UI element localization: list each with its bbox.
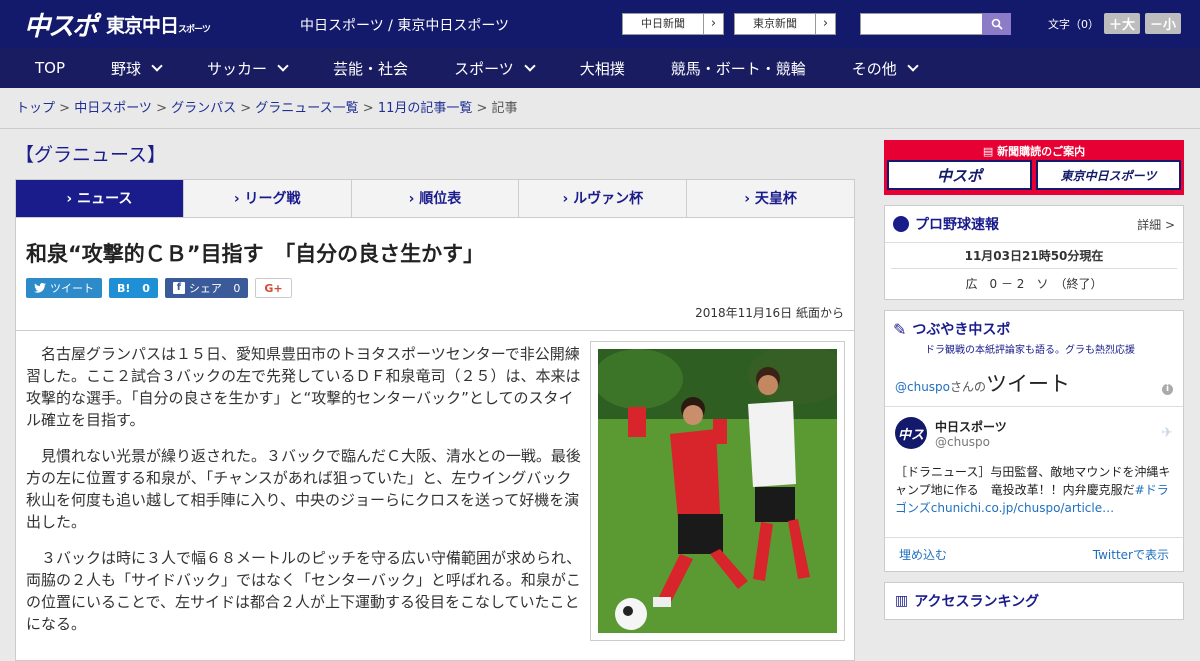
chunichi-shimbun-button[interactable]: 中日新聞 › — [622, 13, 724, 35]
breadcrumb-link[interactable]: 中日スポーツ — [74, 101, 152, 116]
google-plus-button[interactable]: G+ — [255, 278, 292, 298]
font-smaller-button[interactable]: －小 — [1145, 13, 1182, 34]
tokyo-shimbun-button[interactable]: 東京新聞 › — [734, 13, 836, 35]
view-on-twitter-link[interactable]: Twitterで表示 — [1093, 546, 1169, 563]
hatena-bookmark-button[interactable]: B! 0 — [109, 278, 158, 298]
subscription-banner[interactable]: ▤ 新聞購読のご案内 中スポ 東京中日スポーツ — [884, 140, 1184, 195]
newspaper-icon: ▤ — [982, 145, 994, 158]
baseball-more-link[interactable]: 詳細 > — [1137, 216, 1175, 233]
chevron-down-icon — [151, 60, 163, 72]
tubuyaki-subtitle: ドラ観戦の本紙評論家も語る。グラも熱烈応援 — [925, 345, 1135, 356]
article-paragraph: ３バックは時に３人で幅６８メートルのピッチを守る広い守備範囲が求められ、両脇の２… — [26, 549, 582, 633]
tab-levain-cup[interactable]: › ルヴァン杯 — [519, 180, 688, 217]
article-header: 和泉“攻撃的ＣＢ”目指す 「自分の良さ生かす」 ツイート B! 0 f シェア … — [15, 218, 855, 331]
article-text: 名古屋グランパスは１５日、愛知県豊田市のトヨタスポーツセンターで非公開練習した。… — [26, 343, 586, 649]
breadcrumb-link[interactable]: グラニュース一覧 — [255, 101, 358, 116]
font-size-control: 文字（0） ＋大 －小 — [1048, 13, 1182, 34]
font-larger-button[interactable]: ＋大 — [1104, 13, 1141, 34]
main-nav: TOP 野球 サッカー 芸能・社会 スポーツ 大相撲 競馬・ボート・競輪 その他 — [0, 48, 1200, 88]
subscribe-chuspo[interactable]: 中スポ — [887, 160, 1032, 190]
facebook-icon: f — [172, 282, 185, 294]
share-buttons: ツイート B! 0 f シェア 0 G+ — [26, 278, 844, 298]
search-input[interactable] — [860, 13, 982, 35]
search-box — [860, 13, 1011, 35]
twitter-bird-icon: ✈ — [1161, 425, 1173, 441]
twitter-icon — [34, 283, 46, 293]
nav-item-baseball[interactable]: 野球 — [111, 58, 163, 79]
article-headline: 和泉“攻撃的ＣＢ”目指す 「自分の良さ生かす」 — [26, 242, 485, 266]
tubuyaki-title: つぶやき中スポ — [912, 322, 1011, 338]
subscription-title: ▤ 新聞購読のご案内 — [982, 145, 1086, 158]
article-photo[interactable] — [590, 341, 845, 641]
top-header: 中スポ 東京中日スポーツ 中日スポーツ / 東京中日スポーツ 中日新聞 › 東京… — [0, 0, 1200, 48]
subscribe-tokyo-chunichi[interactable]: 東京中日スポーツ — [1036, 160, 1181, 190]
tweet-button[interactable]: ツイート — [26, 278, 102, 298]
nav-item-sports[interactable]: スポーツ — [454, 58, 536, 79]
logo-tokyo-chunichi[interactable]: 東京中日スポーツ — [106, 11, 211, 38]
twitter-timeline-header: @chuspoさんのツイート i — [885, 356, 1183, 407]
chevron-down-icon — [907, 60, 919, 72]
main-content: 【グラニュース】 › ニュース › リーグ戦 › 順位表 › ルヴァン杯 › 天… — [15, 140, 855, 661]
twitter-footer: 埋め込む Twitterで表示 — [885, 537, 1183, 571]
megaphone-icon: ✎ — [893, 319, 907, 339]
nav-item-racing[interactable]: 競馬・ボート・競輪 — [671, 58, 806, 79]
nav-item-entertainment[interactable]: 芸能・社会 — [333, 58, 408, 79]
category-tabs: › ニュース › リーグ戦 › 順位表 › ルヴァン杯 › 天皇杯 — [15, 179, 855, 218]
nav-item-other[interactable]: その他 — [852, 58, 919, 79]
ranking-icon: ▥ — [895, 593, 909, 609]
nav-item-top[interactable]: TOP — [35, 59, 65, 77]
tab-standings[interactable]: › 順位表 — [352, 180, 520, 217]
chevron-down-icon — [277, 60, 289, 72]
baseball-scores-box: プロ野球速報 詳細 > 11月03日21時50分現在 広 0 － 2 ソ （終了… — [884, 205, 1184, 300]
access-ranking-box: ▥ アクセスランキング — [884, 582, 1184, 620]
account-name[interactable]: 中日スポーツ — [935, 418, 1007, 435]
baseball-icon — [893, 216, 909, 232]
arrow-right-icon: › — [815, 14, 835, 34]
baseball-title: プロ野球速報 — [915, 217, 999, 233]
article-body: 名古屋グランパスは１５日、愛知県豊田市のトヨタスポーツセンターで非公開練習した。… — [15, 331, 855, 661]
nav-item-sumo[interactable]: 大相撲 — [580, 58, 625, 79]
section-title: 【グラニュース】 — [15, 144, 167, 166]
score-game[interactable]: 広 0 － 2 ソ （終了） — [891, 268, 1177, 299]
avatar[interactable]: 中ス — [895, 417, 927, 449]
nav-item-soccer[interactable]: サッカー — [207, 58, 289, 79]
tab-emperors-cup[interactable]: › 天皇杯 — [687, 180, 854, 217]
tweet-item[interactable]: 中ス 中日スポーツ @chuspo ✈ ［ドラニュース］与田監督、敵地マウンドを… — [885, 407, 1183, 537]
facebook-share-button[interactable]: f シェア 0 — [164, 278, 249, 298]
soccer-training-photo — [598, 349, 837, 633]
breadcrumb-link[interactable]: グランパス — [171, 101, 236, 116]
article-paragraph: 名古屋グランパスは１５日、愛知県豊田市のトヨタスポーツセンターで非公開練習した。… — [26, 345, 581, 429]
info-icon[interactable]: i — [1162, 384, 1173, 395]
search-button[interactable] — [982, 13, 1011, 35]
chevron-down-icon — [524, 60, 536, 72]
tweet-text: ［ドラニュース］与田監督、敵地マウンドを沖縄キャンプ地に作る 竜投改革！！内弁慶… — [895, 465, 1171, 515]
twitter-user-link[interactable]: @chuspo — [895, 380, 950, 394]
tab-news[interactable]: › ニュース — [16, 180, 184, 217]
search-icon — [991, 18, 1003, 30]
ranking-title: アクセスランキング — [914, 594, 1040, 610]
site-logo[interactable]: 中スポ 東京中日スポーツ — [24, 6, 211, 43]
breadcrumb-current: 記事 — [491, 101, 518, 116]
breadcrumb-link[interactable]: 11月の記事一覧 — [378, 101, 473, 116]
embed-link[interactable]: 埋め込む — [899, 546, 947, 563]
tubuyaki-box: ✎ つぶやき中スポ ドラ観戦の本紙評論家も語る。グラも熱烈応援 @chuspoさん… — [884, 310, 1184, 572]
article-paragraph: 見慣れない光景が繰り返された。３バックで臨んだＣ大阪、清水との一戦。最後方の左に… — [26, 447, 581, 531]
site-links[interactable]: 中日スポーツ / 東京中日スポーツ — [300, 15, 509, 35]
sidebar: ▤ 新聞購読のご案内 中スポ 東京中日スポーツ プロ野球速報 詳細 > 11月0… — [884, 140, 1184, 620]
breadcrumb-link[interactable]: トップ — [16, 101, 55, 116]
font-size-label: 文字（0） — [1048, 17, 1099, 31]
arrow-right-icon: › — [703, 14, 723, 34]
score-updated-time: 11月03日21時50分現在 — [885, 242, 1183, 268]
article-date: 2018年11月16日 紙面から — [695, 306, 844, 320]
account-handle[interactable]: @chuspo — [935, 435, 1007, 449]
tab-league[interactable]: › リーグ戦 — [184, 180, 352, 217]
breadcrumb: トップ > 中日スポーツ > グランパス > グラニュース一覧 > 11月の記事… — [0, 88, 1200, 129]
logo-chuspo[interactable]: 中スポ — [24, 6, 98, 43]
